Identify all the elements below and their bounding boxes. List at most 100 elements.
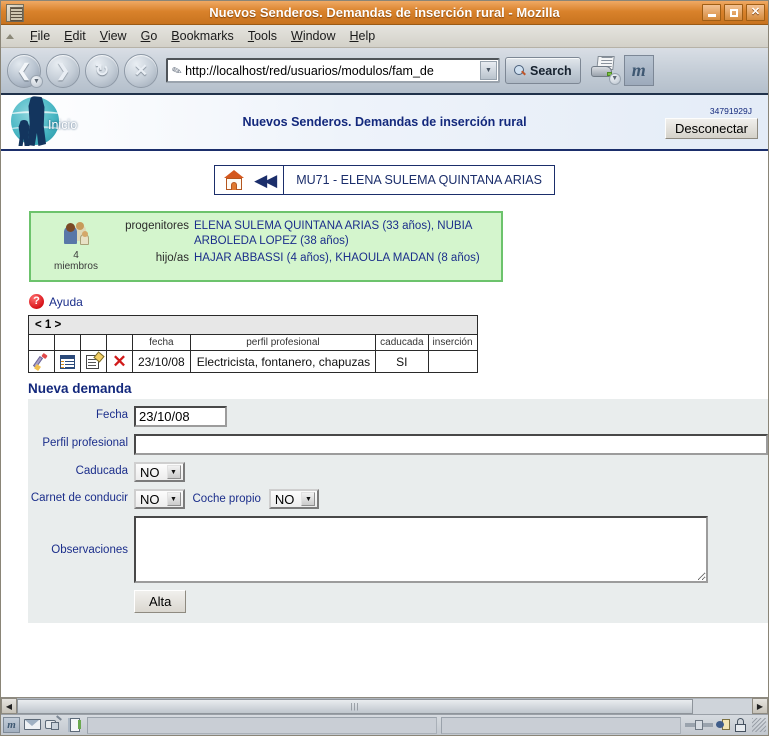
user-id: 34791929J [709,105,752,116]
pagination-row: < 1 > [28,315,478,335]
help-label: Ayuda [49,294,83,309]
row-edit-button[interactable] [28,350,55,373]
close-icon: ✕ [750,6,761,18]
mozilla-logo-icon[interactable]: m [623,55,654,86]
field-submit: Alta [134,590,768,613]
fecha-input[interactable] [134,406,227,427]
navigation-toolbar: ❮ ▼ ❯ ↻ ✕ ✎ http://localhost/red/usuario… [1,48,768,95]
mozilla-logo-label: m [631,60,646,80]
horizontal-scrollbar[interactable]: ◀ ||| ▶ [1,697,768,714]
resize-grip-icon[interactable] [752,718,766,732]
menu-tools[interactable]: Tools [241,27,284,45]
row-list-button[interactable] [54,350,81,373]
field-carnet: NO ▼ Coche propio NO ▼ [134,489,768,509]
home-icon[interactable] [224,170,245,190]
pencil-icon: ✎ [169,62,185,79]
th-caducada: caducada [375,334,429,351]
back-button[interactable]: ❮ ▼ [7,53,43,88]
home-link-label[interactable]: Inicio [48,118,77,132]
stop-button[interactable]: ✕ [124,53,158,88]
progress-icon [685,719,713,731]
menubar-grip-icon[interactable] [4,27,16,45]
family-row-value: ELENA SULEMA QUINTANA ARIAS (33 años), N… [194,220,472,247]
family-count: 4 [73,250,79,261]
field-fecha [134,406,768,427]
menu-view[interactable]: View [93,27,134,45]
chevron-down-icon: ▼ [166,465,181,479]
url-bar[interactable]: ✎ http://localhost/red/usuarios/modulos/… [166,58,500,83]
composer-icon[interactable] [45,715,62,733]
print-dropdown-icon[interactable]: ▼ [608,72,621,85]
alta-button[interactable]: Alta [134,590,187,613]
family-count-label: miembros [54,261,98,272]
menu-edit[interactable]: Edit [57,27,93,45]
help-link[interactable]: ? Ayuda [1,282,768,309]
label-carnet: Carnet de conducir [30,492,128,504]
menu-go[interactable]: Go [134,27,165,45]
cell-insercion [427,350,478,373]
rewind-icon[interactable]: ◀◀ [254,172,277,189]
scroll-left-button[interactable]: ◀ [1,698,17,714]
help-icon: ? [29,294,44,309]
mozilla-icon[interactable]: m [3,717,20,733]
table-header-row: fecha perfil profesional caducada inserc… [28,334,478,351]
maximize-button[interactable] [724,4,743,21]
reload-button[interactable]: ↻ [85,53,119,88]
menu-window[interactable]: Window [284,27,342,45]
status-indicators [685,718,766,732]
breadcrumb-actions: ◀◀ [215,166,285,194]
th-fecha: fecha [132,334,191,351]
close-button[interactable]: ✕ [746,4,765,21]
addressbook-icon[interactable] [66,717,83,733]
family-row-key: hijo/as [155,252,189,264]
perfil-input[interactable] [134,434,768,455]
url-dropdown-icon[interactable]: ▼ [480,61,497,80]
menu-help[interactable]: Help [342,27,382,45]
header-user-area: 34791929J Desconectar [665,106,758,139]
menu-bookmarks[interactable]: Bookmarks [164,27,241,45]
caducada-select[interactable]: NO ▼ [134,462,185,482]
th-blank-2 [54,334,81,351]
menu-file[interactable]: FFileile [23,27,57,45]
search-label: Search [530,63,572,78]
site-header: Inicio Nuevos Senderos. Demandas de inse… [1,95,768,151]
th-blank-1 [28,334,55,351]
scrollbar-track[interactable]: ||| [17,698,752,714]
menu-bar: FFileile Edit View Go Bookmarks Tools Wi… [1,25,768,48]
window-controls: ✕ [702,4,765,21]
label-submit-spacer [28,590,128,593]
scrollbar-thumb[interactable]: ||| [17,699,694,714]
search-button[interactable]: Search [505,57,581,84]
lock-icon[interactable] [734,718,747,732]
table-row: ✕ 23/10/08 Electricista, fontanero, chap… [28,350,478,373]
scroll-right-button[interactable]: ▶ [752,698,768,714]
browser-viewport: Inicio Nuevos Senderos. Demandas de inse… [1,95,768,697]
row-properties-button[interactable] [80,350,107,373]
th-blank-4 [106,334,133,351]
carnet-select[interactable]: NO ▼ [134,489,185,509]
web-page: Inicio Nuevos Senderos. Demandas de inse… [1,95,768,697]
demandas-table: < 1 > fecha perfil profesional caducada … [28,315,478,373]
minimize-button[interactable] [702,4,721,21]
site-logo[interactable]: Inicio [5,95,77,150]
chevron-down-icon: ▼ [166,492,181,506]
forward-button[interactable]: ❯ [46,53,80,88]
breadcrumb-box: ◀◀ MU71 - ELENA SULEMA QUINTANA ARIAS [214,165,555,195]
status-message [87,716,437,734]
security-icon[interactable] [716,718,731,732]
family-row-value: HAJAR ABBASSI (4 años), KHAOULA MADAN (8… [194,252,480,264]
caducada-value: NO [140,464,160,480]
row-delete-button[interactable]: ✕ [106,350,133,373]
stop-x-icon: ✕ [133,61,149,80]
coche-select[interactable]: NO ▼ [268,489,320,509]
form-grid: Fecha Perfil profesional Caducada NO ▼ C… [28,406,768,613]
label-caducada: Caducada [75,465,128,477]
print-button[interactable]: ▼ [589,55,621,87]
logout-button[interactable]: Desconectar [665,117,758,139]
back-history-dropdown-icon[interactable]: ▼ [30,74,43,88]
pagination-label[interactable]: < 1 > [28,315,478,335]
observaciones-textarea[interactable] [134,516,708,583]
mail-icon[interactable] [24,717,41,733]
forward-arrow-icon: ❯ [55,61,71,80]
th-blank-3 [80,334,107,351]
